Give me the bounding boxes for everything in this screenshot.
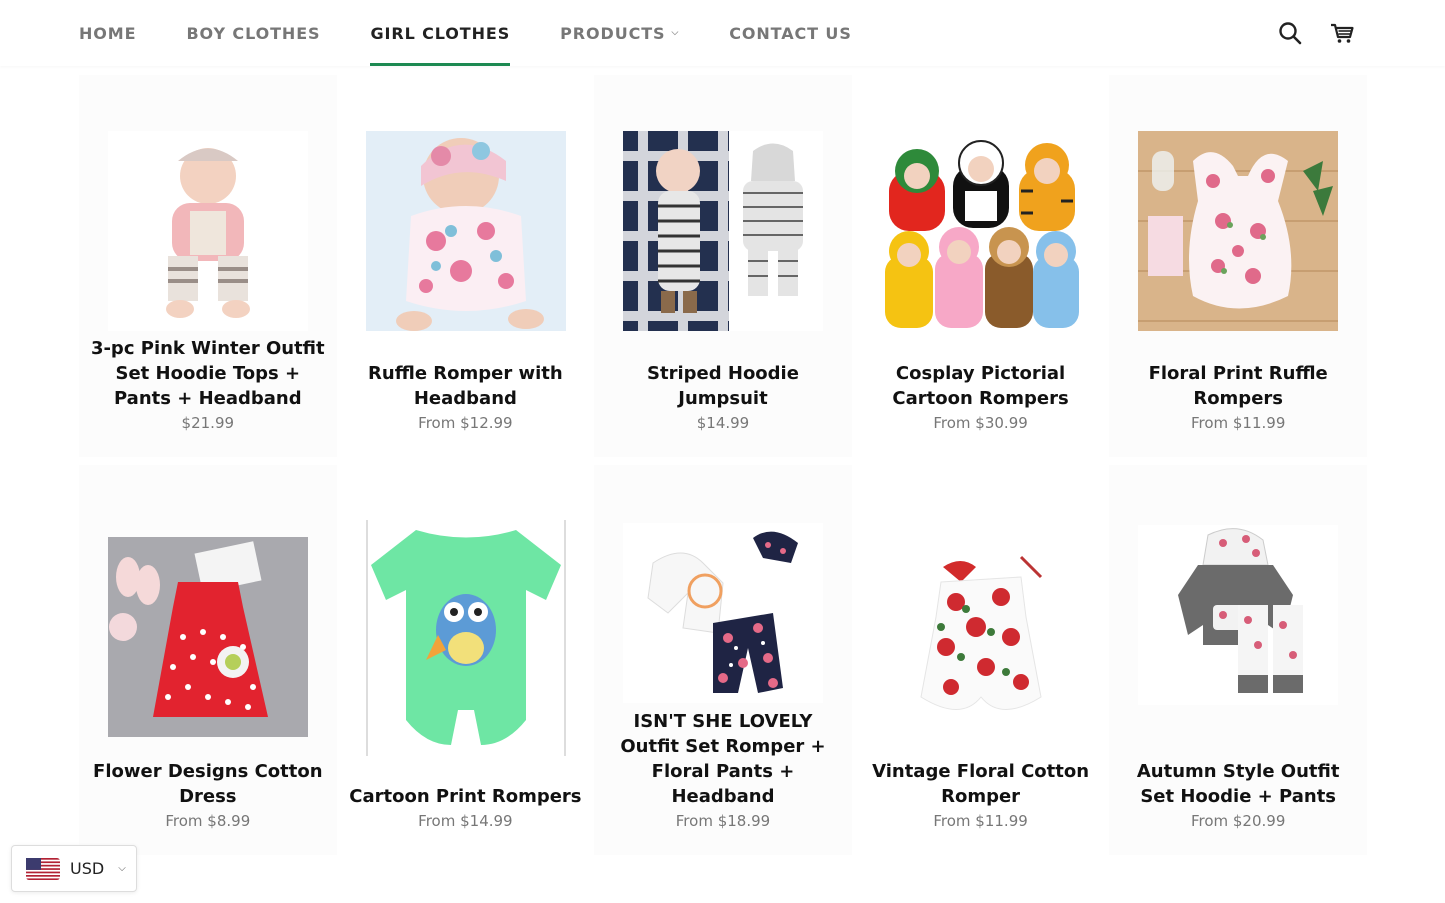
nav-home-label: HOME (79, 23, 137, 43)
currency-code: USD (70, 859, 105, 878)
product-info: Autumn Style Outfit Set Hoodie + Pants F… (1117, 759, 1359, 833)
product-image[interactable] (623, 131, 824, 331)
product-grid: 3-pc Pink Winter Outfit Set Hoodie Tops … (79, 75, 1367, 855)
product-row: 3-pc Pink Winter Outfit Set Hoodie Tops … (79, 75, 1367, 457)
product-info: Flower Designs Cotton Dress From $8.99 (87, 759, 329, 833)
product-info: Cartoon Print Rompers From $14.99 (345, 784, 587, 833)
currency-selector[interactable]: USD ⌵ (11, 845, 137, 892)
nav-contact-us-label: CONTACT US (729, 23, 852, 43)
product-price: From $12.99 (418, 414, 513, 432)
product-image[interactable] (1138, 131, 1339, 331)
product-title[interactable]: Ruffle Romper with Headband (345, 361, 587, 411)
us-flag-icon (26, 857, 60, 880)
product-info: Ruffle Romper with Headband From $12.99 (345, 361, 587, 435)
product-info: Vintage Floral Cotton Romper From $11.99 (860, 759, 1102, 833)
product-card[interactable]: Vintage Floral Cotton Romper From $11.99 (852, 465, 1110, 855)
product-card[interactable]: ISN'T SHE LOVELY Outfit Set Romper + Flo… (594, 465, 852, 855)
product-price: From $11.99 (933, 812, 1028, 830)
product-info: Cosplay Pictorial Cartoon Rompers From $… (860, 361, 1102, 435)
product-info: 3-pc Pink Winter Outfit Set Hoodie Tops … (87, 336, 329, 435)
product-info: Floral Print Ruffle Rompers From $11.99 (1117, 361, 1359, 435)
nav-boy-clothes-label: BOY CLOTHES (186, 23, 321, 43)
product-price: From $14.99 (418, 812, 513, 830)
product-card[interactable]: Ruffle Romper with Headband From $12.99 (337, 75, 595, 457)
product-title[interactable]: Striped Hoodie Jumpsuit (602, 361, 844, 411)
product-price: From $30.99 (933, 414, 1028, 432)
nav-contact-us[interactable]: CONTACT US (729, 0, 852, 66)
nav-girl-clothes[interactable]: GIRL CLOTHES (370, 0, 510, 66)
product-image[interactable] (365, 131, 566, 331)
site-header: HOME BOY CLOTHES GIRL CLOTHES PRODUCTS ⌵ … (0, 0, 1445, 66)
product-price: From $18.99 (675, 812, 771, 830)
product-title[interactable]: Vintage Floral Cotton Romper (860, 759, 1102, 809)
product-title[interactable]: 3-pc Pink Winter Outfit Set Hoodie Tops … (87, 336, 329, 411)
chevron-down-icon: ⌵ (671, 28, 680, 38)
search-icon[interactable] (1277, 20, 1303, 46)
nav-boy-clothes[interactable]: BOY CLOTHES (186, 0, 320, 66)
product-title[interactable]: Cosplay Pictorial Cartoon Rompers (860, 361, 1102, 411)
nav-products-label: PRODUCTS (560, 23, 666, 43)
nav-home[interactable]: HOME (79, 0, 136, 66)
product-image[interactable] (1138, 525, 1339, 705)
product-image[interactable] (108, 537, 308, 737)
product-card[interactable]: Autumn Style Outfit Set Hoodie + Pants F… (1109, 465, 1367, 855)
product-title[interactable]: ISN'T SHE LOVELY Outfit Set Romper + Flo… (602, 709, 844, 809)
product-title[interactable]: Autumn Style Outfit Set Hoodie + Pants (1117, 759, 1359, 809)
product-card[interactable]: Flower Designs Cotton Dress From $8.99 (79, 465, 337, 855)
product-card[interactable]: Floral Print Ruffle Rompers From $11.99 (1109, 75, 1367, 457)
product-row: Flower Designs Cotton Dress From $8.99 C… (79, 457, 1367, 855)
product-price: From $20.99 (1190, 812, 1286, 830)
main-nav: HOME BOY CLOTHES GIRL CLOTHES PRODUCTS ⌵ … (79, 0, 902, 66)
product-image[interactable] (365, 520, 566, 756)
product-info: ISN'T SHE LOVELY Outfit Set Romper + Flo… (602, 709, 844, 833)
product-image[interactable] (623, 523, 824, 703)
product-title[interactable]: Floral Print Ruffle Rompers (1117, 361, 1359, 411)
product-price: $14.99 (696, 414, 750, 432)
product-price: From $8.99 (165, 812, 251, 830)
product-image[interactable] (880, 537, 1081, 737)
nav-girl-clothes-label: GIRL CLOTHES (370, 23, 511, 43)
product-price: $21.99 (181, 414, 235, 432)
product-card[interactable]: Cosplay Pictorial Cartoon Rompers From $… (852, 75, 1110, 457)
nav-products[interactable]: PRODUCTS ⌵ (560, 0, 679, 66)
chevron-down-icon: ⌵ (118, 863, 126, 874)
product-info: Striped Hoodie Jumpsuit $14.99 (602, 361, 844, 435)
product-card[interactable]: Cartoon Print Rompers From $14.99 (337, 465, 595, 855)
product-card[interactable]: Striped Hoodie Jumpsuit $14.99 (594, 75, 852, 457)
product-price: From $11.99 (1190, 414, 1286, 432)
product-image[interactable] (880, 131, 1081, 331)
product-card[interactable]: 3-pc Pink Winter Outfit Set Hoodie Tops … (79, 75, 337, 457)
cart-icon[interactable] (1329, 20, 1355, 46)
product-title[interactable]: Flower Designs Cotton Dress (87, 759, 329, 809)
product-title[interactable]: Cartoon Print Rompers (345, 784, 587, 809)
product-image[interactable] (108, 131, 308, 331)
